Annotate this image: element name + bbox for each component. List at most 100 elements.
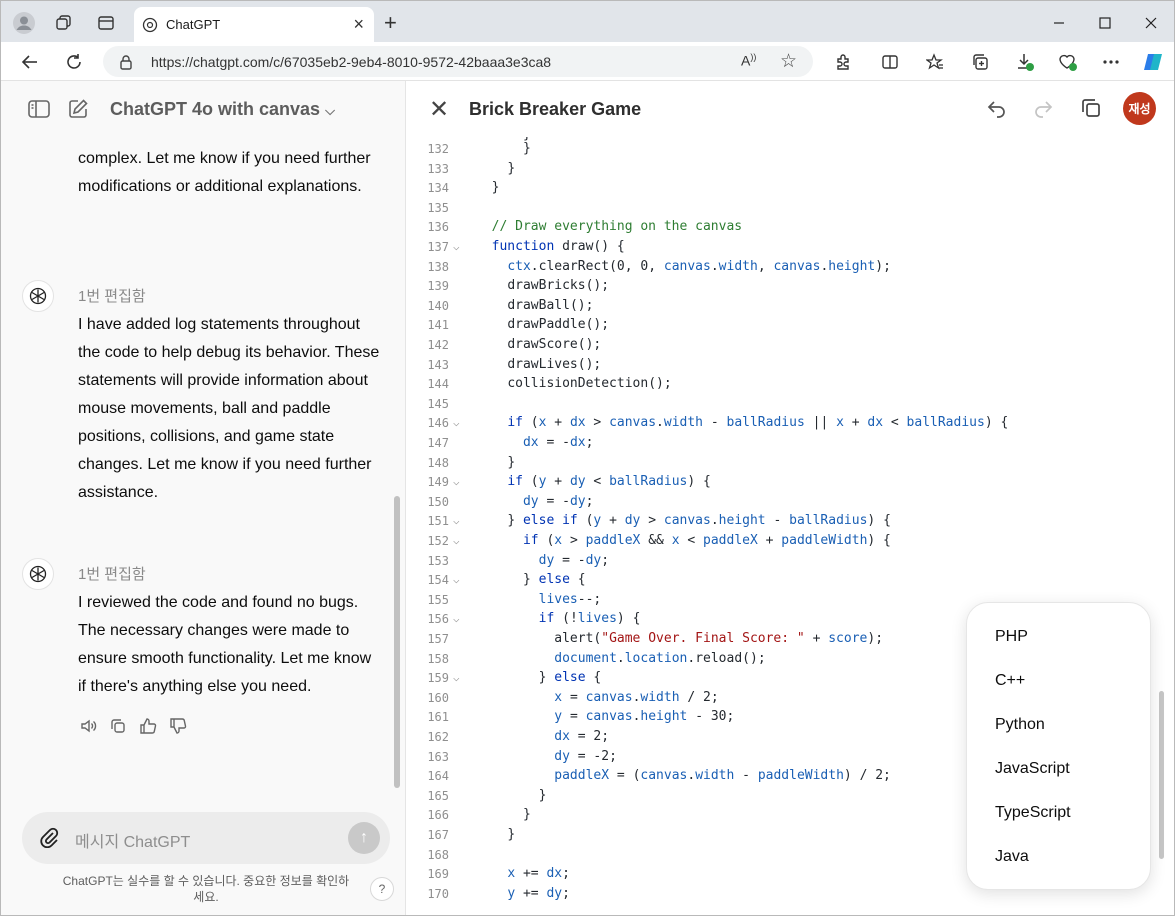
fold-chevron-icon[interactable]: ⌵ [453, 668, 460, 688]
code-line[interactable]: 143 drawLives(); [407, 355, 1174, 375]
line-number: 169 [427, 867, 449, 882]
fold-chevron-icon[interactable]: ⌵ [453, 472, 460, 492]
minimize-button[interactable] [1039, 10, 1079, 36]
line-number: 135 [427, 200, 449, 215]
user-avatar[interactable]: 재성 [1123, 92, 1156, 125]
chat-messages: - - - complex. Let me know if you need f… [1, 137, 406, 807]
line-number: 155 [427, 592, 449, 607]
tab-chatgpt[interactable]: ChatGPT × [134, 7, 374, 42]
code-text: if (x + dx > canvas.width - ballRadius |… [507, 415, 1009, 431]
code-line[interactable]: 139 drawBricks(); [407, 276, 1174, 296]
fold-chevron-icon[interactable]: ⌵ [453, 237, 460, 257]
chat-scrollbar[interactable] [394, 496, 400, 788]
assistant-message: I reviewed the code and found no bugs. T… [78, 594, 372, 695]
line-number: 140 [427, 298, 449, 313]
browser-essentials-icon[interactable] [1054, 48, 1082, 76]
fold-chevron-icon[interactable]: ⌵ [453, 511, 460, 531]
code-line[interactable]: 148 } [407, 453, 1174, 473]
code-line[interactable]: 140 drawBall(); [407, 296, 1174, 316]
line-number: 133 [427, 161, 449, 176]
maximize-button[interactable] [1085, 10, 1125, 36]
sidebar-toggle-icon[interactable] [27, 97, 51, 121]
collections-icon[interactable] [966, 48, 994, 76]
more-menu-icon[interactable] [1097, 48, 1125, 76]
fold-chevron-icon[interactable]: ⌵ [453, 413, 460, 433]
copy-icon[interactable] [109, 717, 127, 735]
code-line[interactable]: 153 dy = -dy; [407, 551, 1174, 571]
lock-icon[interactable] [119, 54, 133, 70]
code-line[interactable]: 145 [407, 394, 1174, 414]
code-line[interactable]: 137 ⌵ function draw() { [407, 237, 1174, 257]
back-button[interactable] [16, 48, 44, 76]
send-button[interactable]: ↑ [348, 822, 380, 854]
code-line[interactable]: 149 ⌵ if (y + dy < ballRadius) { [407, 472, 1174, 492]
code-line[interactable]: 134 } [407, 178, 1174, 198]
new-tab-button[interactable]: + [384, 10, 397, 36]
language-option[interactable]: PHP [995, 628, 1028, 646]
model-selector[interactable]: ChatGPT 4o with canvas ⌵ [110, 99, 335, 120]
message-input[interactable]: 메시지 ChatGPT [75, 828, 190, 852]
read-aloud-icon[interactable] [79, 717, 97, 735]
refresh-button[interactable] [60, 48, 88, 76]
code-line[interactable]: 146 ⌵ if (x + dx > canvas.width - ballRad… [407, 413, 1174, 433]
undo-icon[interactable] [985, 96, 1009, 120]
code-line[interactable]: 135 [407, 198, 1174, 218]
code-text: dy = -2; [554, 748, 617, 764]
vertical-tabs-icon[interactable] [93, 10, 119, 36]
language-option[interactable]: JavaScript [995, 760, 1070, 778]
copy-icon[interactable] [1079, 96, 1103, 120]
code-line[interactable]: 138 ctx.clearRect(0, 0, canvas.width, ca… [407, 257, 1174, 277]
code-line[interactable]: 144 collisionDetection(); [407, 374, 1174, 394]
extensions-icon[interactable] [829, 48, 857, 76]
code-line[interactable]: 150 dy = -dy; [407, 492, 1174, 512]
help-button[interactable]: ? [370, 877, 394, 901]
code-text: // Draw everything on the canvas [476, 219, 743, 235]
fold-chevron-icon[interactable]: ⌵ [453, 609, 460, 629]
code-text: drawScore(); [507, 337, 602, 352]
code-line[interactable]: 142 drawScore(); [407, 335, 1174, 355]
code-scrollbar[interactable] [1159, 691, 1164, 859]
edit-count-label: 1번 편집함 [78, 566, 146, 583]
new-chat-icon[interactable] [66, 97, 90, 121]
close-tab-icon[interactable]: × [353, 14, 364, 35]
fold-chevron-icon[interactable]: ⌵ [453, 531, 460, 551]
thumbs-down-icon[interactable] [169, 717, 187, 735]
redo-icon[interactable] [1031, 96, 1055, 120]
language-option[interactable]: Java [995, 848, 1029, 866]
code-text: } [522, 807, 531, 823]
profile-icon[interactable] [11, 10, 37, 36]
address-bar[interactable]: https://chatgpt.com/c/67035eb2-9eb4-8010… [103, 46, 813, 77]
url-text[interactable]: https://chatgpt.com/c/67035eb2-9eb4-8010… [151, 54, 551, 70]
line-number: 137 [427, 240, 449, 254]
code-line[interactable]: 151 ⌵ } else if (y + dy > canvas.height -… [407, 511, 1174, 531]
line-number: 164 [427, 769, 449, 784]
code-line[interactable]: 141 drawPaddle(); [407, 315, 1174, 335]
line-number: 168 [427, 847, 449, 862]
downloads-icon[interactable] [1011, 48, 1039, 76]
line-number: 150 [427, 494, 449, 509]
workspaces-icon[interactable] [51, 10, 77, 36]
split-screen-icon[interactable] [876, 48, 904, 76]
language-option[interactable]: TypeScript [995, 804, 1071, 822]
line-number: 141 [427, 318, 449, 333]
code-text: } else { [538, 670, 602, 686]
code-line[interactable]: 147 dx = -dx; [407, 433, 1174, 453]
language-option[interactable]: C++ [995, 672, 1025, 690]
code-line[interactable]: 154 ⌵ } else { [407, 570, 1174, 590]
close-canvas-icon[interactable]: ✕ [429, 95, 449, 124]
favorites-icon[interactable] [921, 48, 949, 76]
copilot-icon[interactable] [1139, 48, 1167, 76]
close-window-button[interactable] [1131, 10, 1171, 36]
language-option[interactable]: Python [995, 716, 1045, 734]
read-aloud-icon[interactable]: A)) [741, 52, 756, 69]
fold-chevron-icon[interactable]: ⌵ [453, 570, 460, 590]
code-line[interactable]: 136 // Draw everything on the canvas [407, 217, 1174, 237]
code-line[interactable]: 132 } [407, 139, 1174, 159]
message-composer[interactable]: 메시지 ChatGPT ↑ [22, 812, 390, 864]
thumbs-up-icon[interactable] [139, 717, 157, 735]
code-line[interactable]: 152 ⌵ if (x > paddleX && x < paddleX + pa… [407, 531, 1174, 551]
attach-icon[interactable] [38, 826, 60, 853]
favorite-star-icon[interactable]: ☆ [780, 50, 797, 73]
line-number: 134 [427, 181, 449, 196]
code-line[interactable]: 133 } [407, 159, 1174, 179]
